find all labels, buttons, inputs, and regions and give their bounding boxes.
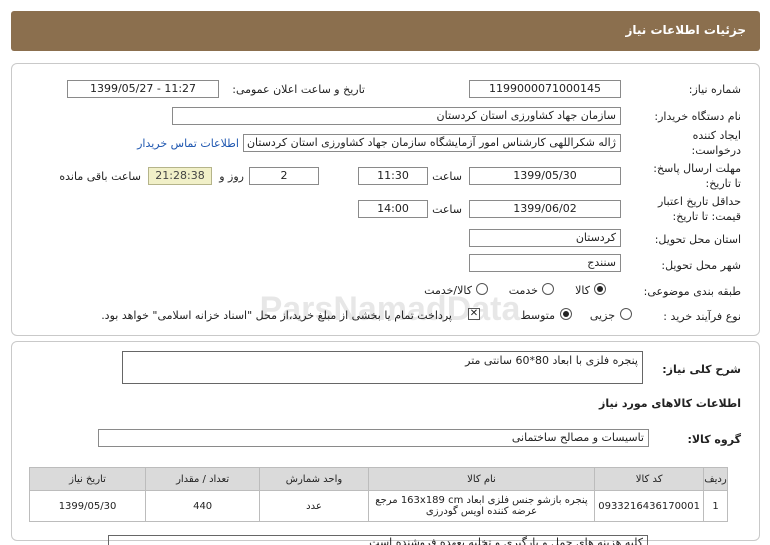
send-deadline-label-2: تا تاریخ:: [705, 177, 741, 190]
process-option-minor: جزیی: [589, 309, 615, 322]
category-option-goods-service: کالا/خدمت: [424, 284, 472, 297]
notes-box: کلیه هزینه های حمل و بارگیری و تخلیه بعه…: [108, 535, 648, 545]
cell-code: 0933216436170001: [594, 490, 705, 522]
goods-group-label: گروه کالا:: [687, 433, 741, 446]
col-unit: واحد شمارش: [259, 467, 369, 491]
goods-table: ردیف کد کالا نام کالا واحد شمارش تعداد /…: [28, 467, 728, 522]
send-deadline-label: مهلت ارسال پاسخ:: [653, 162, 741, 175]
cell-need-date: 1399/05/30: [28, 490, 147, 522]
cell-name: پنجره بازشو جنس فلزی ابعاد 163x189 cm مر…: [367, 490, 596, 522]
payment-note: پرداخت تمام یا بخشی از مبلغ خرید،از محل …: [101, 309, 452, 322]
validity-time-field: 14:00: [358, 200, 428, 218]
need-number-label: شماره نیاز:: [688, 83, 741, 96]
table-row: 1 0933216436170001 پنجره بازشو جنس فلزی …: [28, 490, 728, 522]
process-radio-medium[interactable]: [560, 308, 572, 320]
goods-section-title: اطلاعات کالاهای مورد نیاز: [599, 397, 741, 410]
validity-label: حداقل تاریخ اعتبار: [657, 195, 741, 208]
buyer-org-label: نام دستگاه خریدار:: [654, 110, 741, 123]
title-bar: جزئیات اطلاعات نیاز: [11, 11, 760, 51]
category-option-goods: کالا: [575, 284, 590, 297]
cell-quantity: 440: [145, 490, 261, 522]
col-need-date: تاریخ نیاز: [28, 467, 147, 491]
process-option-medium: متوسط: [520, 309, 555, 322]
cell-unit: عدد: [259, 490, 369, 522]
remaining-label: ساعت باقی مانده: [59, 170, 141, 183]
page-title: جزئیات اطلاعات نیاز: [625, 23, 746, 37]
creator-label-2: درخواست:: [691, 144, 741, 157]
contact-info-link[interactable]: اطلاعات تماس خریدار: [137, 137, 239, 150]
col-code: کد کالا: [594, 467, 705, 491]
days-label: روز و: [219, 170, 244, 183]
category-label: طبقه بندی موضوعی:: [643, 285, 741, 298]
days-field: 2: [249, 167, 319, 185]
need-number-field: 1199000071000145: [469, 80, 621, 98]
send-date-field: 1399/05/30: [469, 167, 621, 185]
province-label: استان محل تحویل:: [654, 233, 741, 246]
process-radio-minor[interactable]: [620, 308, 632, 320]
validity-date-field: 1399/06/02: [469, 200, 621, 218]
process-label: نوع فرآیند خرید :: [663, 310, 741, 323]
announce-label: تاریخ و ساعت اعلان عمومی:: [232, 83, 365, 96]
bottom-note: کلیه هزینه های حمل و بارگیری و تخلیه بعه…: [369, 536, 643, 545]
announce-field: 1399/05/27 - 11:27: [67, 80, 219, 98]
category-radio-goods[interactable]: [594, 283, 606, 295]
category-radio-goods-service[interactable]: [476, 283, 488, 295]
province-field: کردستان: [469, 229, 621, 247]
col-name: نام کالا: [367, 467, 596, 491]
validity-time-label: ساعت: [432, 203, 462, 216]
col-quantity: تعداد / مقدار: [145, 467, 261, 491]
send-time-field: 11:30: [358, 167, 428, 185]
cell-row: 1: [703, 490, 728, 522]
creator-field: ژاله شکراللهی کارشناس امور آزمایشگاه ساز…: [243, 134, 621, 152]
category-option-service: خدمت: [508, 284, 538, 297]
col-row: ردیف: [703, 467, 728, 491]
description-label: شرح کلی نیاز:: [662, 363, 741, 376]
description-field: پنجره فلزی با ابعاد 80*60 سانتی متر: [122, 351, 643, 384]
goods-group-field: تاسیسات و مصالح ساختمانی: [98, 429, 649, 447]
treasury-checkbox[interactable]: ✕: [468, 308, 480, 320]
creator-label: ایجاد کننده: [692, 129, 741, 142]
remaining-time-field: 21:28:38: [148, 167, 212, 185]
table-header-row: ردیف کد کالا نام کالا واحد شمارش تعداد /…: [28, 467, 728, 491]
category-radio-service[interactable]: [542, 283, 554, 295]
validity-label-2: قیمت: تا تاریخ:: [672, 210, 741, 223]
send-time-label: ساعت: [432, 170, 462, 183]
buyer-org-field: سازمان جهاد کشاورزی استان کردستان: [172, 107, 621, 125]
city-label: شهر محل تحویل:: [661, 259, 741, 272]
city-field: سنندج: [469, 254, 621, 272]
